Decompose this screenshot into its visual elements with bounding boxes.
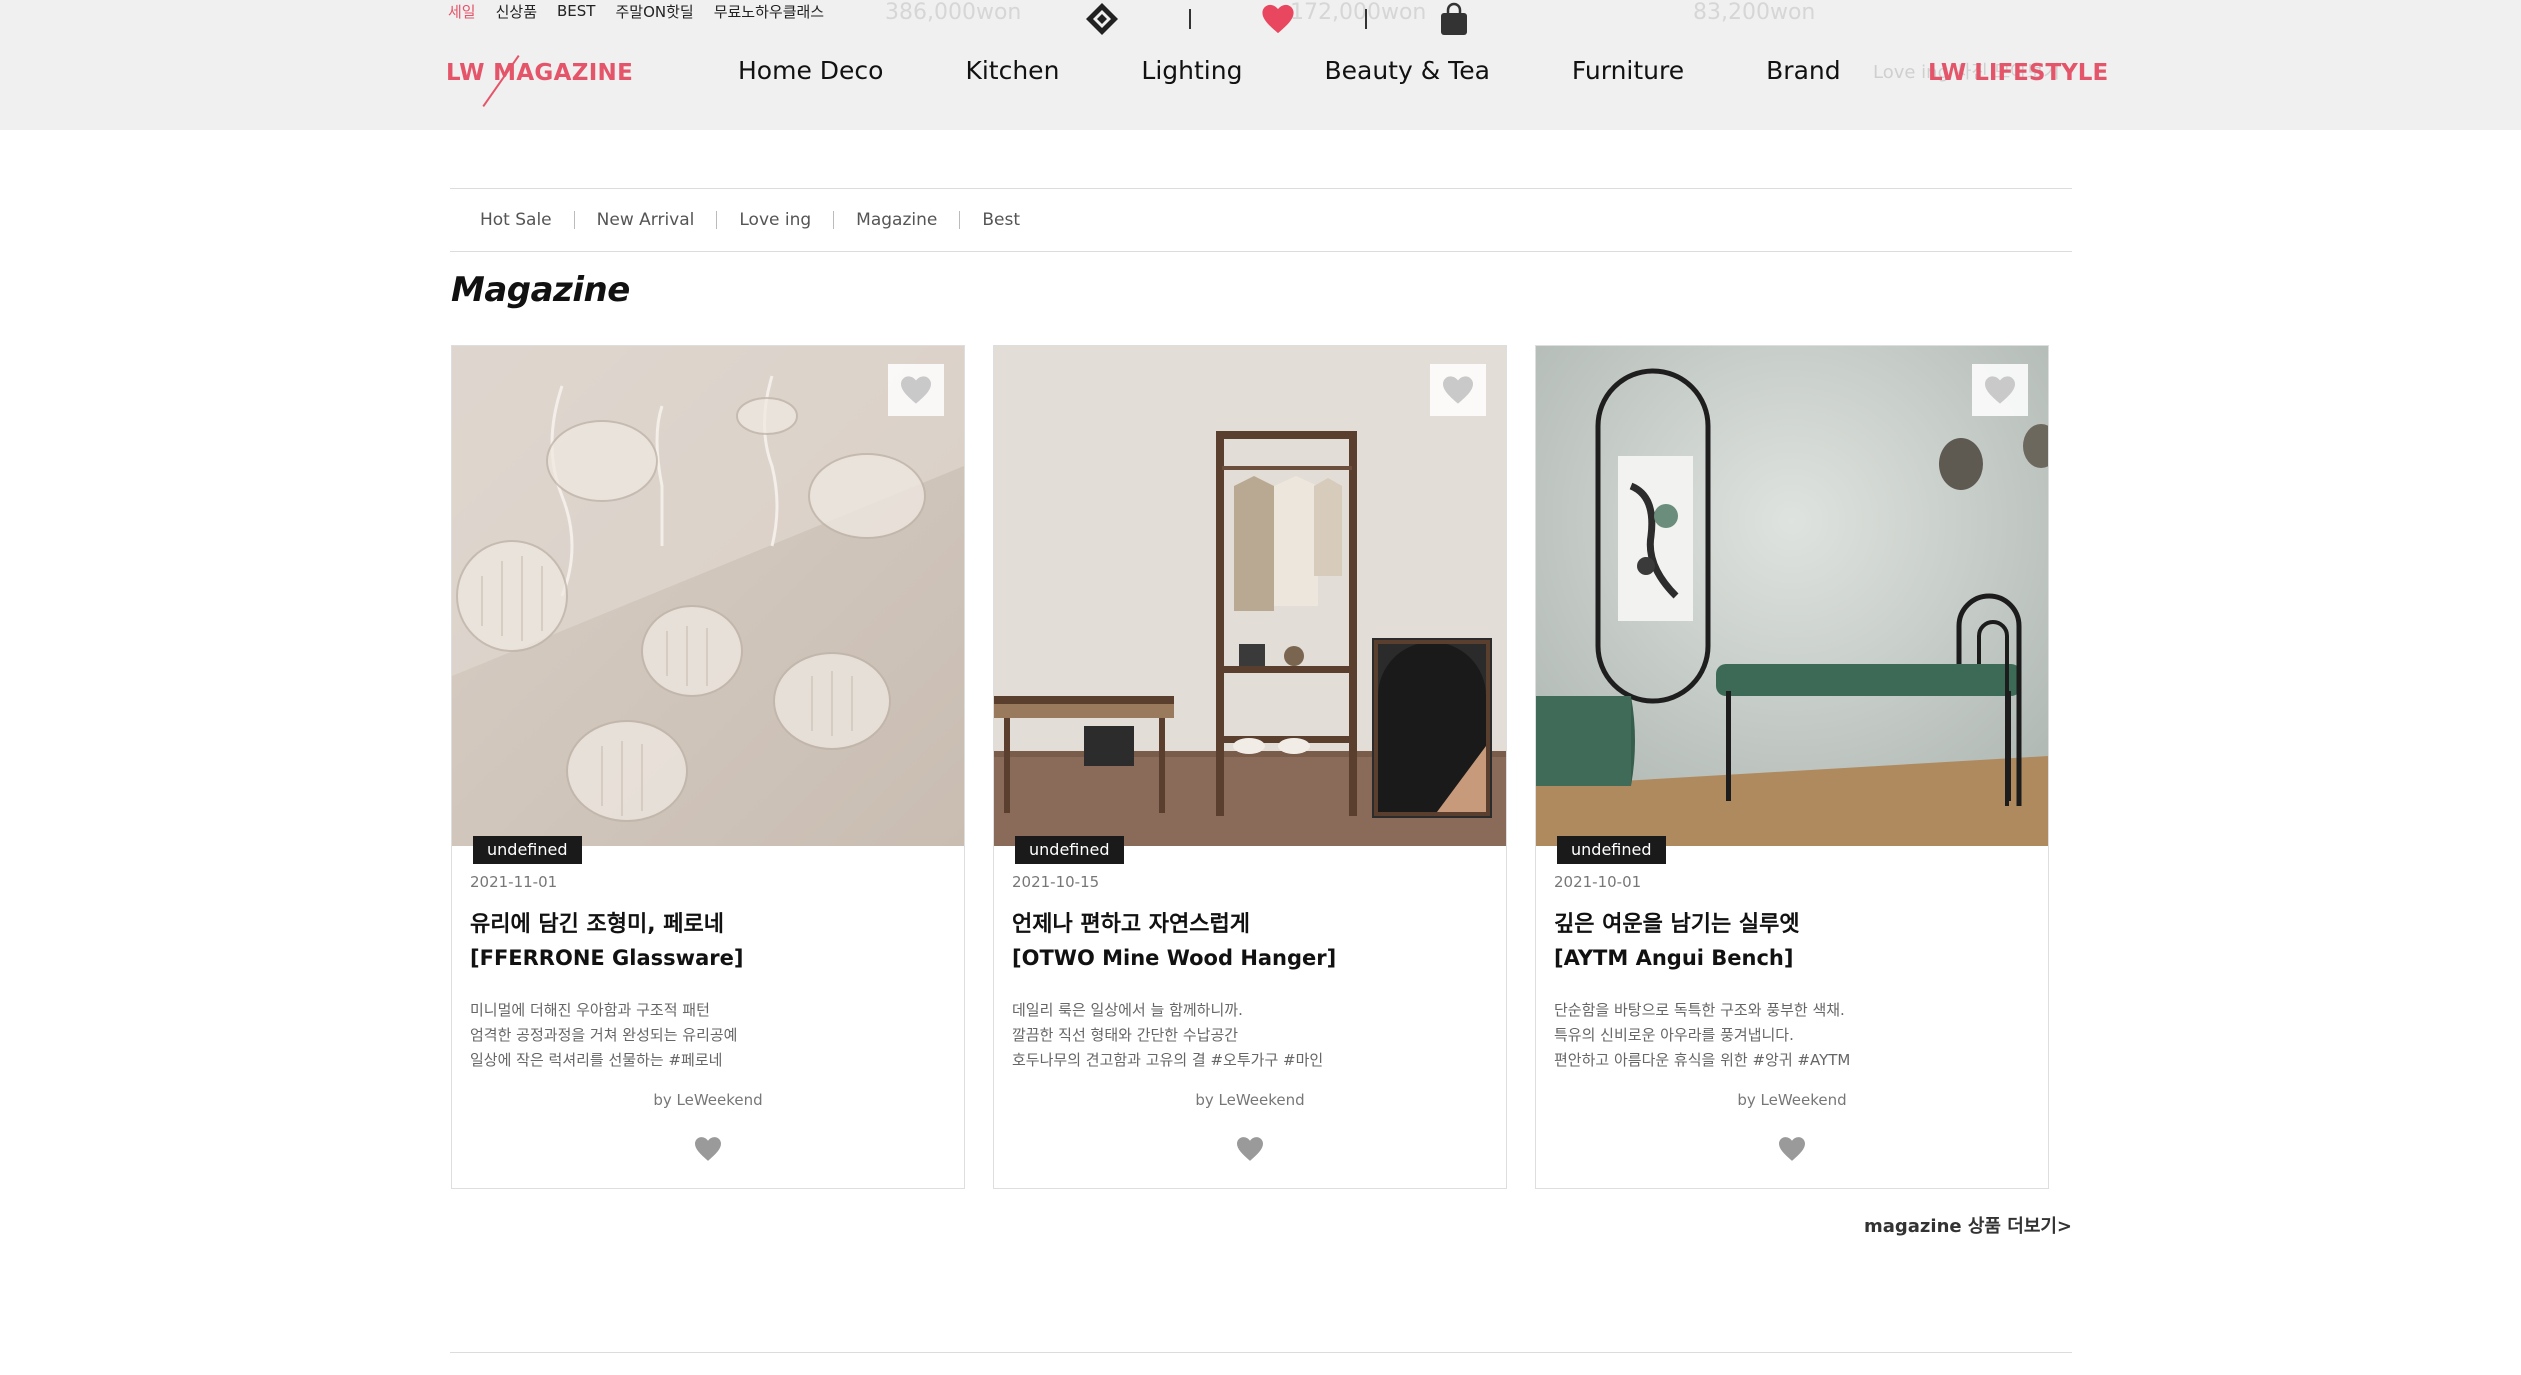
divider [573, 211, 575, 229]
magazine-card[interactable]: undefined 2021-10-01 깊은 여운을 남기는 실루엣 [AYT… [1535, 345, 2049, 1189]
site-header: 386,000won 172,000won 83,200won 세일 신상품 B… [0, 0, 2521, 130]
card-image-glassware[interactable] [452, 346, 964, 846]
lw-lifestyle-logo[interactable]: LW LIFESTYLE [1928, 60, 2108, 86]
card-subtitle[interactable]: [AYTM Angui Bench] [1554, 946, 1793, 970]
util-link-best[interactable]: BEST [557, 2, 595, 20]
nav-lighting[interactable]: Lighting [1141, 56, 1242, 85]
sub-nav: Hot Sale New Arrival Love ing Magazine B… [450, 188, 2072, 252]
card-title[interactable]: 언제나 편하고 자연스럽게 [1012, 906, 1250, 938]
subnav-love-ing[interactable]: Love ing [739, 210, 811, 230]
desc-line: 미니멀에 더해진 우아함과 구조적 패턴 [470, 1001, 710, 1019]
magazine-card[interactable]: undefined 2021-11-01 유리에 담긴 조형미, 페로네 [FF… [451, 345, 965, 1189]
author: by LeWeekend [1737, 1091, 1847, 1109]
ghost-price-1: 386,000won [885, 0, 1022, 25]
divider [833, 211, 835, 229]
main-nav: Home Deco Kitchen Lighting Beauty & Tea … [738, 56, 1841, 85]
desc-line: 특유의 신비로운 아우라를 풍겨냅니다. [1554, 1026, 1794, 1044]
subnav-magazine[interactable]: Magazine [856, 210, 937, 230]
heart-icon [901, 376, 931, 404]
section-title: Magazine [451, 270, 630, 310]
more-magazine-link[interactable]: magazine 상품 더보기> [1864, 1212, 2072, 1238]
category-tag: undefined [1557, 836, 1666, 864]
nav-brand[interactable]: Brand [1766, 56, 1840, 85]
heart-icon[interactable] [1261, 2, 1295, 36]
heart-icon [1443, 376, 1473, 404]
divider [959, 211, 961, 229]
desc-line: 일상에 작은 럭셔리를 선물하는 #페로네 [470, 1051, 723, 1069]
divider [1365, 9, 1367, 29]
card-subtitle[interactable]: [FFERRONE Glassware] [470, 946, 743, 970]
heart-icon [1237, 1137, 1263, 1161]
author: by LeWeekend [1195, 1091, 1305, 1109]
nav-kitchen[interactable]: Kitchen [965, 56, 1059, 85]
utility-links: 세일 신상품 BEST 주말ON핫딜 무료노하우클래스 [448, 0, 824, 22]
magazine-card-list: undefined 2021-11-01 유리에 담긴 조형미, 페로네 [FF… [451, 345, 2049, 1189]
desc-line: 편안하고 아름다운 휴식을 위한 #앙귀 #AYTM [1554, 1051, 1851, 1069]
subnav-new-arrival[interactable]: New Arrival [597, 210, 695, 230]
subnav-hot-sale[interactable]: Hot Sale [480, 210, 552, 230]
card-image-bench[interactable] [1536, 346, 2048, 846]
util-link-class[interactable]: 무료노하우클래스 [714, 1, 824, 22]
card-title[interactable]: 깊은 여운을 남기는 실루엣 [1554, 906, 1800, 938]
heart-icon [695, 1137, 721, 1161]
card-description: 미니멀에 더해진 우아함과 구조적 패턴 엄격한 공정과정을 거쳐 완성되는 유… [470, 998, 737, 1073]
nav-furniture[interactable]: Furniture [1572, 56, 1684, 85]
desc-line: 깔끔한 직선 형태와 간단한 수납공간 [1012, 1026, 1239, 1044]
post-date: 2021-10-01 [1554, 873, 1642, 891]
post-date: 2021-10-15 [1012, 873, 1100, 891]
divider [716, 211, 718, 229]
author: by LeWeekend [653, 1091, 763, 1109]
desc-line: 단순함을 바탕으로 독특한 구조와 풍부한 색채. [1554, 1001, 1845, 1019]
category-tag: undefined [1015, 836, 1124, 864]
category-tag: undefined [473, 836, 582, 864]
card-wishlist-button[interactable] [888, 364, 944, 416]
card-description: 단순함을 바탕으로 독특한 구조와 풍부한 색채. 특유의 신비로운 아우라를 … [1554, 998, 1850, 1073]
like-button[interactable] [452, 1136, 964, 1162]
desc-line: 데일리 룩은 일상에서 늘 함께하니까. [1012, 1001, 1243, 1019]
card-description: 데일리 룩은 일상에서 늘 함께하니까. 깔끔한 직선 형태와 간단한 수납공간… [1012, 998, 1323, 1073]
card-wishlist-button[interactable] [1430, 364, 1486, 416]
heart-icon [1779, 1137, 1805, 1161]
like-button[interactable] [1536, 1136, 2048, 1162]
card-title[interactable]: 유리에 담긴 조형미, 페로네 [470, 906, 724, 938]
diamond-logo-icon[interactable] [1085, 2, 1119, 36]
util-link-sale[interactable]: 세일 [448, 1, 476, 22]
divider [1189, 9, 1191, 29]
magazine-card[interactable]: undefined 2021-10-15 언제나 편하고 자연스럽게 [OTWO… [993, 345, 1507, 1189]
card-subtitle[interactable]: [OTWO Mine Wood Hanger] [1012, 946, 1336, 970]
card-wishlist-button[interactable] [1972, 364, 2028, 416]
post-date: 2021-11-01 [470, 873, 558, 891]
shopping-bag-icon[interactable] [1437, 2, 1471, 36]
lw-magazine-logo[interactable]: LW MAGAZINE [446, 60, 633, 86]
card-image-wood-hanger[interactable] [994, 346, 1506, 846]
header-icons [1085, 2, 1471, 36]
divider [450, 1352, 2072, 1353]
util-link-new[interactable]: 신상품 [496, 1, 537, 22]
subnav-best[interactable]: Best [982, 210, 1020, 230]
heart-icon [1985, 376, 2015, 404]
ghost-price-3: 83,200won [1693, 0, 1816, 25]
nav-beauty-tea[interactable]: Beauty & Tea [1324, 56, 1489, 85]
like-button[interactable] [994, 1136, 1506, 1162]
desc-line: 호두나무의 견고함과 고유의 결 #오투가구 #마인 [1012, 1051, 1324, 1069]
desc-line: 엄격한 공정과정을 거쳐 완성되는 유리공예 [470, 1026, 738, 1044]
util-link-weekend-deal[interactable]: 주말ON핫딜 [615, 1, 693, 22]
nav-home-deco[interactable]: Home Deco [738, 56, 883, 85]
